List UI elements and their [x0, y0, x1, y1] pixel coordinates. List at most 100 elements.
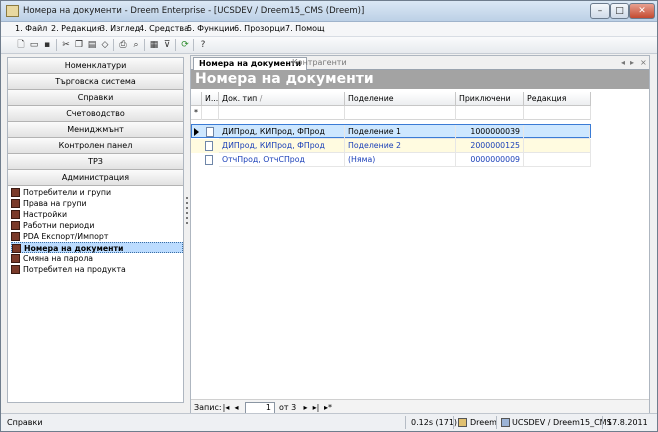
pda-icon — [11, 232, 20, 241]
status-database: UCSDEV / Dreem15_CMS — [512, 418, 612, 427]
cell-division: Поделение 2 — [345, 139, 456, 153]
cell-doc-type: ДИПрод, КИПрод, ФПрод — [219, 139, 345, 153]
database-icon — [501, 418, 510, 427]
print-icon[interactable]: ⎙ — [117, 39, 129, 51]
nav-item-work-periods[interactable]: Работни периоди — [11, 220, 183, 231]
status-section: Справки — [7, 418, 43, 427]
status-bar: Справки 0.12s (171) Dreem UCSDEV / Dreem… — [1, 413, 657, 431]
cell-edit — [524, 153, 591, 167]
cell-division: Поделение 1 — [345, 125, 456, 139]
col-header-closed[interactable]: Приключени — [456, 92, 524, 106]
print-preview-icon[interactable]: ⌕ — [130, 39, 142, 51]
menu-functions[interactable]: 5. Функции — [187, 24, 235, 33]
record-count: от 3 — [279, 403, 297, 412]
tab-counterparties[interactable]: Контрагенти — [287, 57, 352, 70]
new-row-marker: * — [191, 106, 202, 120]
tab-strip: Номера на документи Контрагенти ◂ ▸ × — [191, 56, 649, 70]
cell-closed: 1000000039 — [456, 125, 524, 139]
paste-icon[interactable]: ▤ — [86, 39, 98, 51]
nav-section-nomenclatures[interactable]: Номенклатури — [8, 58, 183, 74]
nav-section-payroll[interactable]: ТРЗ — [8, 154, 183, 170]
new-row[interactable]: * — [191, 106, 591, 120]
app-window: Номера на документи - Dreem Enterprise -… — [0, 0, 658, 432]
document-icon — [205, 155, 213, 165]
document-numbers-icon — [12, 244, 21, 253]
new-icon[interactable]: 🗋 — [15, 39, 27, 51]
open-icon[interactable]: ▭ — [28, 39, 40, 51]
help-icon[interactable]: ? — [197, 39, 209, 51]
copy-icon[interactable]: ❐ — [73, 39, 85, 51]
tab-close-icon[interactable]: × — [640, 58, 647, 67]
col-header-edit[interactable]: Редакция — [524, 92, 591, 106]
status-user: Dreem — [470, 418, 497, 427]
toolbar: 🗋 ▭ ▪ ✂ ❐ ▤ ◇ ⎙ ⌕ ▦ ⊽ ⟳ ? — [1, 37, 657, 54]
status-timing: 0.12s (171) — [411, 418, 458, 427]
cell-edit — [524, 139, 591, 153]
nav-section-accounting[interactable]: Счетоводство — [8, 106, 183, 122]
nav-section-reports[interactable]: Справки — [8, 90, 183, 106]
filter-icon[interactable]: ⊽ — [161, 39, 173, 51]
tab-scroll-left-icon[interactable]: ◂ — [621, 58, 625, 67]
view-icon[interactable]: ▦ — [148, 39, 160, 51]
menu-tools[interactable]: 4. Средства — [139, 24, 189, 33]
table-row[interactable]: ОтчПрод, ОтчСПрод (Няма) 0000000009 — [191, 153, 591, 167]
menu-file[interactable]: 1. Файл — [15, 24, 47, 33]
panel-splitter[interactable] — [185, 57, 189, 403]
save-icon[interactable]: ▪ — [41, 39, 53, 51]
calendar-icon — [11, 221, 20, 230]
password-icon — [11, 254, 20, 263]
col-header-icon[interactable]: И... — [202, 92, 219, 106]
record-label: Запис: — [194, 403, 222, 412]
nav-section-administration[interactable]: Администрация — [8, 170, 183, 186]
cut-icon[interactable]: ✂ — [60, 39, 72, 51]
cell-division: (Няма) — [345, 153, 456, 167]
window-title: Номера на документи - Dreem Enterprise -… — [23, 6, 365, 16]
nav-item-change-password[interactable]: Смяна на парола — [11, 253, 183, 264]
nav-item-pda-export[interactable]: PDA Експорт/Импорт — [11, 231, 183, 242]
cell-closed: 0000000009 — [456, 153, 524, 167]
cell-doc-type: ДИПрод, КИПрод, ФПрод — [219, 125, 345, 139]
nav-section-management[interactable]: Мениджмънт — [8, 122, 183, 138]
close-button[interactable]: ✕ — [629, 3, 655, 19]
refresh-icon[interactable]: ⟳ — [179, 39, 191, 51]
minimize-button[interactable]: – — [590, 3, 610, 19]
current-row-pointer-icon — [194, 128, 199, 136]
clear-icon[interactable]: ◇ — [99, 39, 111, 51]
settings-icon — [11, 210, 20, 219]
nav-item-document-numbers[interactable]: Номера на документи — [11, 242, 183, 253]
nav-item-product-user[interactable]: Потребител на продукта — [11, 264, 183, 275]
users-icon — [11, 188, 20, 197]
main-area: Номера на документи Контрагенти ◂ ▸ × Но… — [190, 55, 650, 416]
col-header-division[interactable]: Поделение — [345, 92, 456, 106]
product-user-icon — [11, 265, 20, 274]
menu-bar: 1. Файл 2. Редакция 3. Изглед 4. Средств… — [1, 22, 657, 37]
navigation-panel: Номенклатури Търговска система Справки С… — [7, 57, 184, 403]
cell-closed: 2000000125 — [456, 139, 524, 153]
document-icon — [206, 127, 214, 137]
menu-view[interactable]: 3. Изглед — [100, 24, 140, 33]
cell-doc-type: ОтчПрод, ОтчСПрод — [219, 153, 345, 167]
table-row[interactable]: ДИПрод, КИПрод, ФПрод Поделение 2 200000… — [191, 139, 591, 153]
nav-section-control-panel[interactable]: Контролен панел — [8, 138, 183, 154]
col-header-doc-type[interactable]: Док. тип / — [219, 92, 345, 106]
status-date: 17.8.2011 — [607, 418, 648, 427]
menu-edit[interactable]: 2. Редакция — [51, 24, 102, 33]
nav-item-users-groups[interactable]: Потребители и групи — [11, 187, 183, 198]
tab-scroll-right-icon[interactable]: ▸ — [630, 58, 634, 67]
page-title: Номера на документи — [195, 71, 374, 87]
cell-edit — [524, 125, 590, 139]
nav-item-group-rights[interactable]: Права на групи — [11, 198, 183, 209]
menu-help[interactable]: 7. Помощ — [285, 24, 325, 33]
page-header: Номера на документи — [191, 70, 649, 89]
app-icon — [6, 5, 19, 17]
nav-item-settings[interactable]: Настройки — [11, 209, 183, 220]
sort-asc-icon: / — [259, 94, 263, 103]
maximize-button[interactable]: □ — [610, 3, 629, 19]
rights-icon — [11, 199, 20, 208]
table-row[interactable]: ДИПрод, КИПрод, ФПрод Поделение 1 100000… — [191, 124, 591, 139]
title-bar: Номера на документи - Dreem Enterprise -… — [1, 1, 657, 22]
nav-section-trade[interactable]: Търговска система — [8, 74, 183, 90]
menu-windows[interactable]: 6. Прозорци — [234, 24, 285, 33]
col-row-indicator — [191, 92, 202, 106]
document-icon — [205, 141, 213, 151]
